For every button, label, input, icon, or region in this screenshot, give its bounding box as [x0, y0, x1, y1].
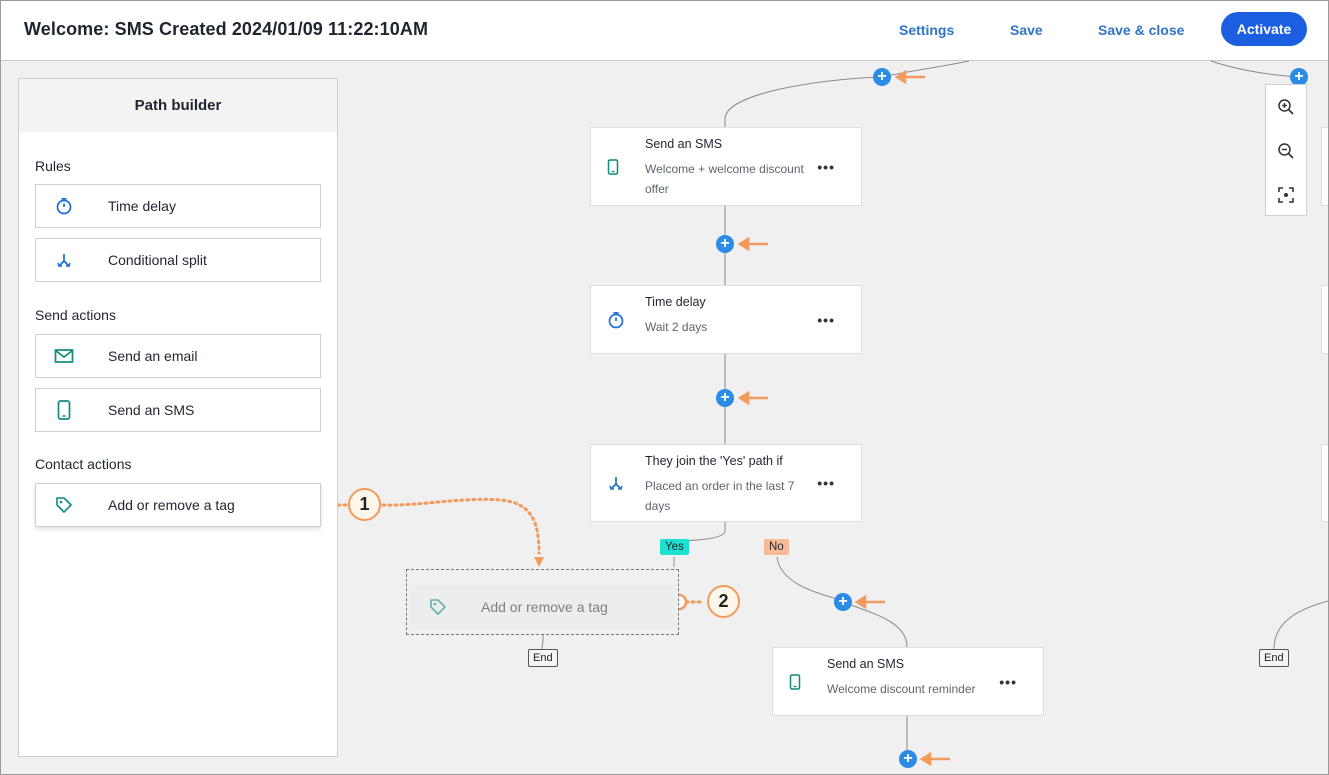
- node-title: Send an SMS: [645, 137, 723, 151]
- add-step-button[interactable]: +: [716, 389, 734, 407]
- node-subtitle: Placed an order in the last 7 days: [645, 479, 795, 513]
- timer-icon: [607, 286, 625, 353]
- flow-node-time-delay[interactable]: Time delay Wait 2 days •••: [590, 285, 862, 354]
- phone-icon: [36, 400, 92, 420]
- more-options-button[interactable]: •••: [817, 128, 835, 205]
- send-sms-label: Send an SMS: [108, 402, 195, 418]
- phone-icon: [607, 128, 619, 205]
- offscreen-node[interactable]: [1321, 127, 1328, 206]
- add-step-button[interactable]: +: [899, 750, 917, 768]
- node-subtitle: Welcome discount reminder: [827, 682, 976, 696]
- add-step-button[interactable]: +: [716, 235, 734, 253]
- phone-icon: [789, 648, 801, 715]
- ghost-tag-node: Add or remove a tag: [409, 585, 676, 629]
- split-icon: [607, 445, 625, 521]
- time-delay-label: Time delay: [108, 198, 176, 214]
- node-subtitle: Welcome + welcome discount offer: [645, 162, 804, 196]
- flow-node-send-sms[interactable]: Send an SMS Welcome + welcome discount o…: [590, 127, 862, 206]
- yes-branch-badge: Yes: [660, 539, 689, 555]
- add-remove-tag-item[interactable]: Add or remove a tag: [35, 483, 321, 527]
- path-builder-title: Path builder: [19, 79, 337, 132]
- callout-badge: 1: [348, 488, 381, 521]
- zoom-out-icon: [1278, 143, 1294, 159]
- flow-node-send-sms[interactable]: Send an SMS Welcome discount reminder ••…: [772, 647, 1044, 716]
- node-title: Send an SMS: [827, 657, 905, 671]
- end-marker: End: [1259, 649, 1289, 667]
- add-step-button[interactable]: +: [873, 68, 891, 86]
- no-branch-badge: No: [764, 539, 789, 555]
- zoom-in-icon: [1278, 99, 1294, 115]
- envelope-icon: [36, 348, 92, 364]
- zoom-in-button[interactable]: [1266, 85, 1306, 129]
- send-actions-heading: Send actions: [35, 307, 116, 323]
- add-remove-tag-label: Add or remove a tag: [108, 497, 235, 513]
- drop-target-placeholder[interactable]: Add or remove a tag: [406, 569, 679, 635]
- send-sms-item[interactable]: Send an SMS: [35, 388, 321, 432]
- node-subtitle: Wait 2 days: [645, 320, 708, 334]
- zoom-controls: [1265, 84, 1307, 216]
- more-options-button[interactable]: •••: [817, 286, 835, 353]
- send-email-label: Send an email: [108, 348, 198, 364]
- tag-icon: [409, 598, 467, 616]
- ghost-label: Add or remove a tag: [481, 599, 608, 615]
- offscreen-node[interactable]: [1321, 285, 1328, 354]
- app-frame: Welcome: SMS Created 2024/01/09 11:22:10…: [0, 0, 1329, 775]
- more-options-button[interactable]: •••: [999, 648, 1017, 715]
- contact-actions-heading: Contact actions: [35, 456, 132, 472]
- rules-heading: Rules: [35, 158, 71, 174]
- zoom-out-button[interactable]: [1266, 129, 1306, 173]
- focus-icon: [1278, 187, 1294, 203]
- callout-badge: 2: [707, 585, 740, 618]
- node-title: Time delay: [645, 295, 706, 309]
- fit-view-button[interactable]: [1266, 173, 1306, 217]
- add-step-button[interactable]: +: [834, 593, 852, 611]
- offscreen-node[interactable]: [1321, 444, 1328, 522]
- more-options-button[interactable]: •••: [817, 445, 835, 521]
- time-delay-item[interactable]: Time delay: [35, 184, 321, 228]
- conditional-split-label: Conditional split: [108, 252, 207, 268]
- flow-node-conditional-split[interactable]: They join the 'Yes' path if Placed an or…: [590, 444, 862, 522]
- tag-icon: [36, 496, 92, 514]
- conditional-split-item[interactable]: Conditional split: [35, 238, 321, 282]
- node-title: They join the 'Yes' path if: [645, 454, 783, 468]
- path-builder-panel: Path builder Rules Time delay Conditiona…: [18, 78, 338, 757]
- end-marker: End: [528, 649, 558, 667]
- split-icon: [36, 251, 92, 269]
- timer-icon: [36, 197, 92, 215]
- send-email-item[interactable]: Send an email: [35, 334, 321, 378]
